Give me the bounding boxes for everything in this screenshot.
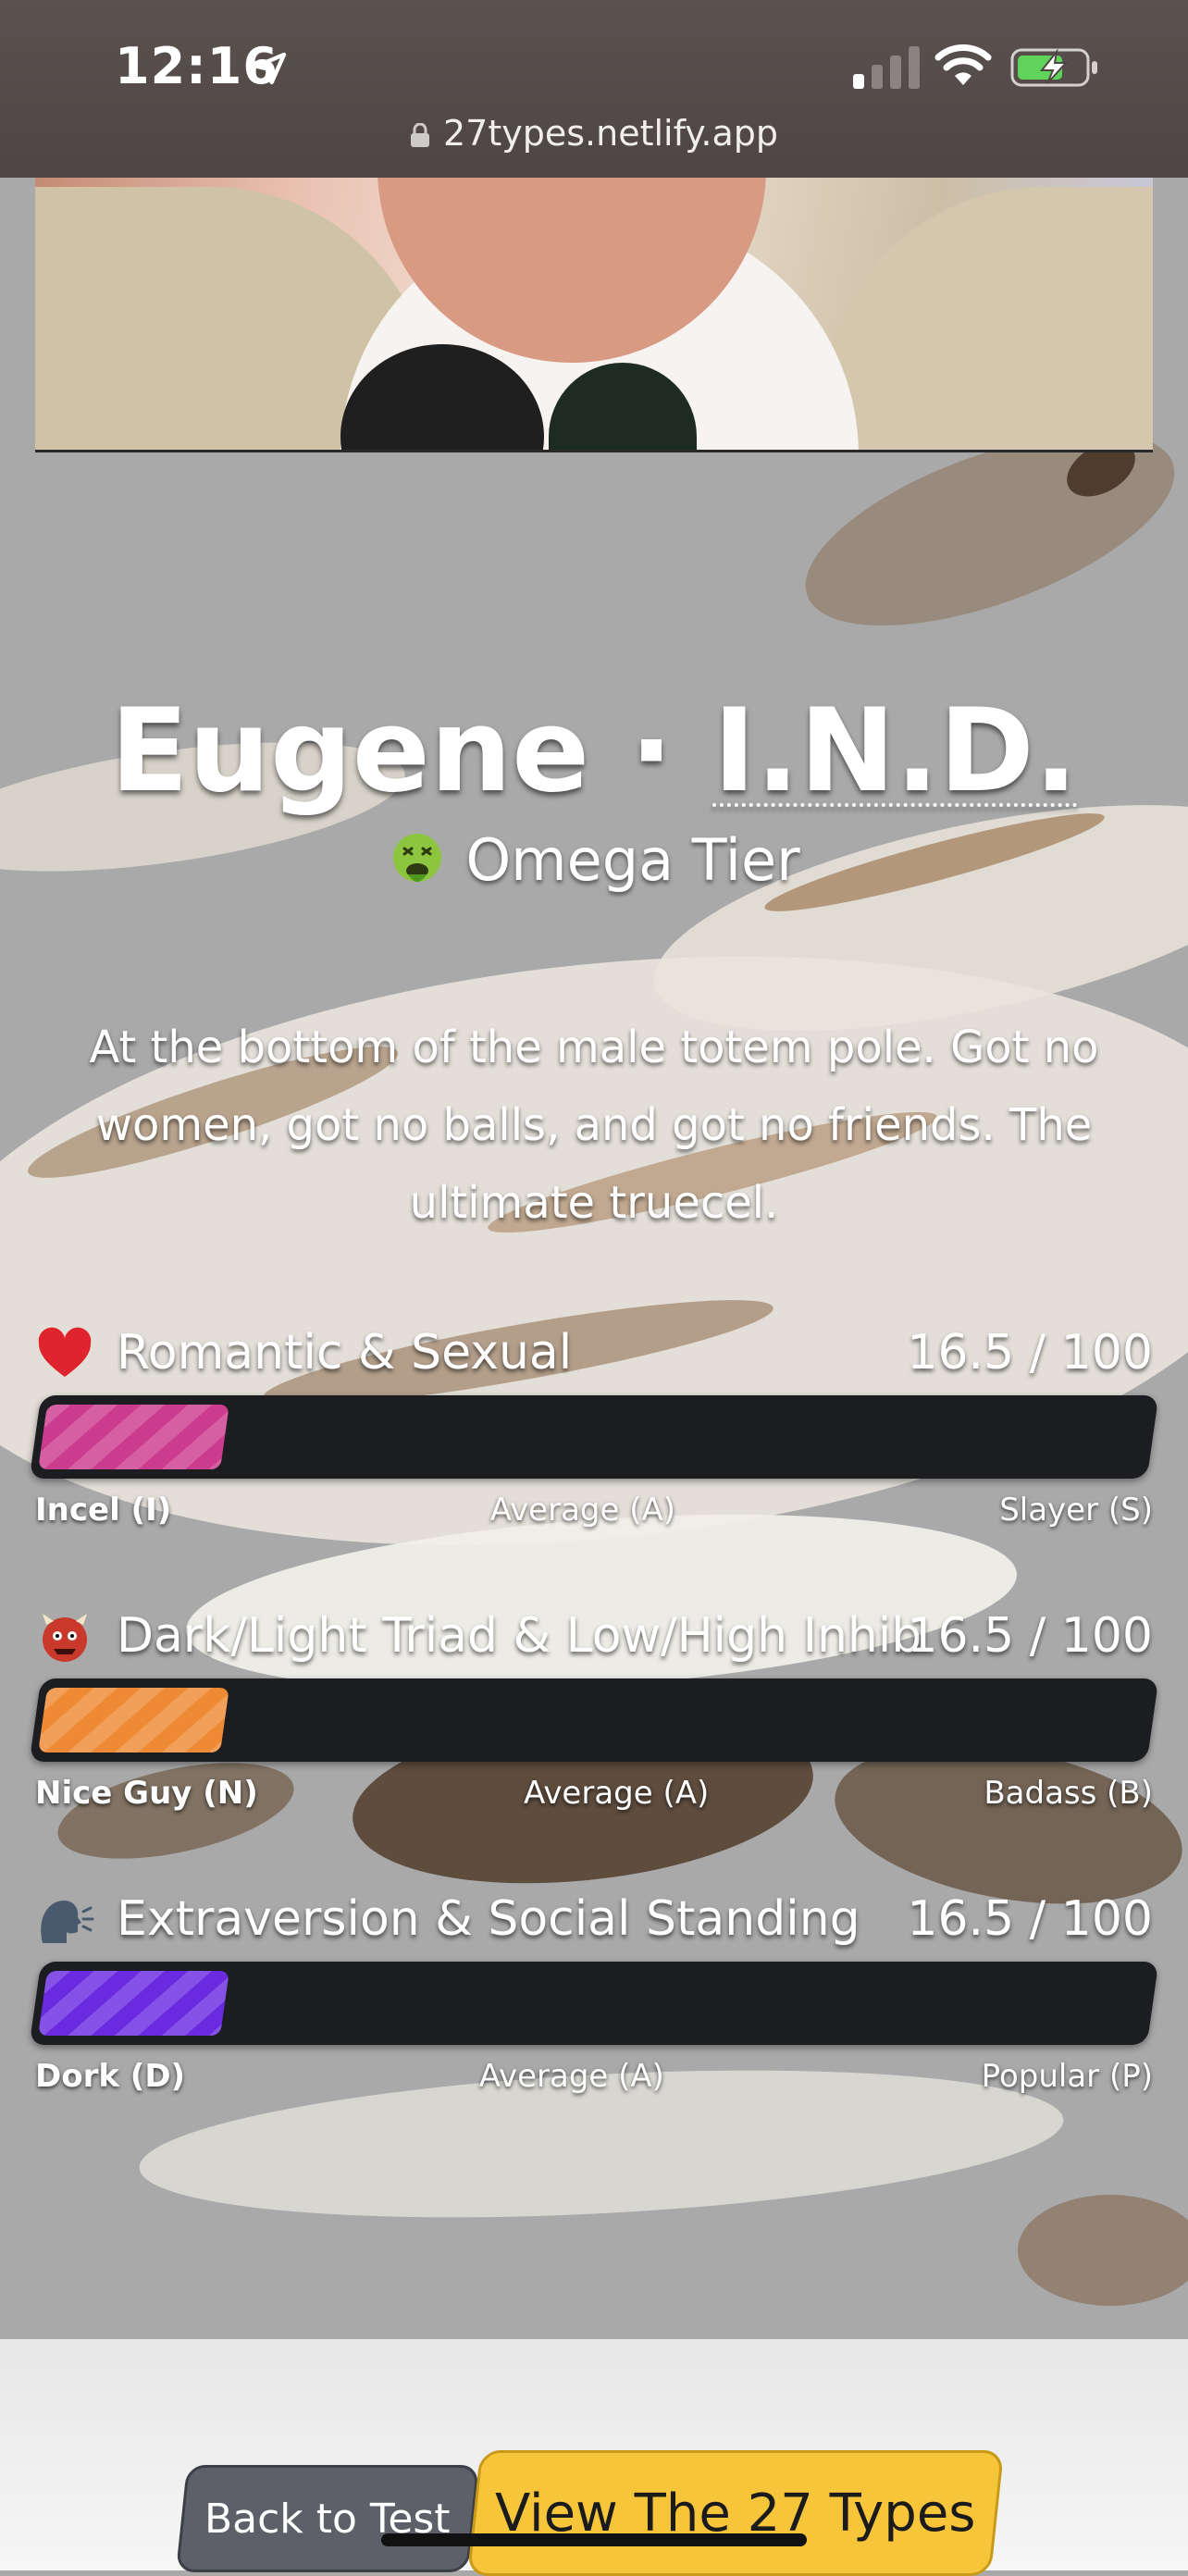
- nauseated-face-icon: [393, 834, 442, 882]
- meter-label: Dark/Light Triad & Low/High Inhib: [117, 1608, 922, 1664]
- scale-mid-label: Average (A): [524, 1775, 710, 1812]
- result-title: Eugene · I.N.D.: [0, 685, 1188, 818]
- cellular-signal-icon: [853, 46, 920, 89]
- type-code[interactable]: I.N.D.: [713, 685, 1078, 818]
- meter-label: Extraversion & Social Standing: [117, 1891, 860, 1947]
- scale-low-label: Nice Guy (N): [35, 1775, 258, 1812]
- tier-text: Omega Tier: [465, 826, 800, 894]
- meter-track: [29, 1962, 1159, 2045]
- scale-low-label: Incel (I): [35, 1492, 172, 1529]
- view-27-types-button[interactable]: View The 27 Types: [466, 2450, 1005, 2576]
- scale-mid-label: Average (A): [489, 1492, 676, 1529]
- meter-score: 16.5 / 100: [907, 1608, 1153, 1664]
- type-name: Eugene: [110, 685, 590, 818]
- home-indicator[interactable]: [381, 2533, 807, 2546]
- meter-fill: [38, 1405, 229, 1469]
- type-photo: [35, 178, 1153, 452]
- meter-dark-light-triad: Dark/Light Triad & Low/High Inhib 16.5 /…: [29, 1606, 1159, 1821]
- speaking-head-icon: [41, 1900, 94, 1943]
- meter-romantic-sexual: Romantic & Sexual 16.5 / 100 Incel (I) A…: [29, 1323, 1159, 1538]
- ogre-icon: [43, 1614, 87, 1662]
- address-bar[interactable]: 27types.netlify.app: [0, 113, 1188, 154]
- status-bar: 12:16 27types.netlify.app: [0, 0, 1188, 178]
- meter-score: 16.5 / 100: [907, 1325, 1153, 1381]
- scale-high-label: Badass (B): [984, 1775, 1153, 1812]
- scale-mid-label: Average (A): [478, 2058, 664, 2095]
- scale-low-label: Dork (D): [35, 2058, 186, 2095]
- url-text: 27types.netlify.app: [443, 113, 778, 154]
- type-description: At the bottom of the male totem pole. Go…: [89, 1022, 1099, 1229]
- meter-track: [29, 1678, 1159, 1762]
- meter-fill: [38, 1688, 229, 1752]
- location-arrow-icon: [254, 52, 287, 85]
- heart-icon: [38, 1327, 92, 1377]
- meter-fill: [38, 1971, 229, 2036]
- scale-high-label: Slayer (S): [999, 1492, 1153, 1529]
- wifi-icon: [934, 44, 992, 85]
- back-to-test-button[interactable]: Back to Test: [175, 2465, 480, 2572]
- meter-label: Romantic & Sexual: [117, 1325, 573, 1381]
- meter-score: 16.5 / 100: [907, 1891, 1153, 1947]
- lock-icon: [411, 123, 429, 147]
- meter-track: [29, 1395, 1159, 1479]
- title-separator: ·: [629, 685, 674, 818]
- tier-label: Omega Tier: [0, 826, 1188, 894]
- meter-extraversion-social: Extraversion & Social Standing 16.5 / 10…: [29, 1889, 1159, 2104]
- scale-high-label: Popular (P): [981, 2058, 1153, 2095]
- battery-charging-icon: [1010, 48, 1097, 87]
